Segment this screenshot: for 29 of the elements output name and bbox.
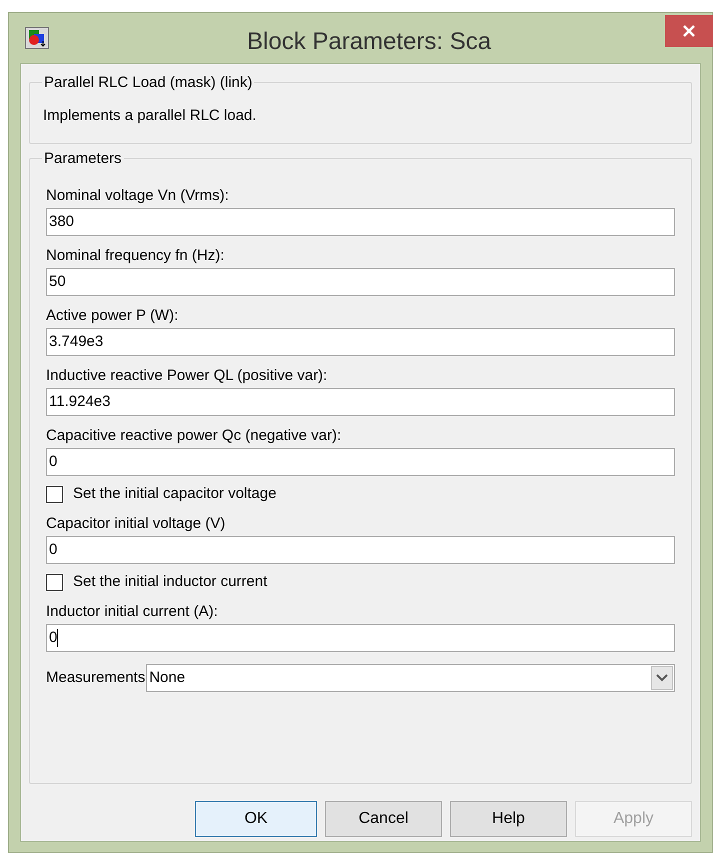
dropdown[interactable]: None (146, 664, 675, 692)
checkbox-label: Set the initial inductor current (73, 572, 268, 592)
window-title: Block Parameters: Sca (247, 27, 492, 57)
checkbox[interactable] (46, 574, 63, 590)
close-button[interactable] (665, 15, 713, 47)
field-label: Nominal voltage Vn (Vrms): (46, 186, 230, 206)
input-field[interactable]: 11.924e3 (46, 388, 675, 416)
field-label: Inductor initial current (A): (46, 602, 219, 622)
close-icon (683, 25, 695, 37)
input-field[interactable]: 0 (46, 624, 675, 652)
input-field[interactable]: 0 (46, 536, 675, 564)
input-field[interactable]: 380 (46, 208, 675, 236)
field-label: Active power P (W): (46, 306, 180, 326)
dialog-button[interactable]: OK (195, 801, 317, 837)
chevron-down-icon (651, 666, 673, 690)
field-label: Measurements (46, 668, 146, 688)
app-icon (25, 27, 49, 49)
field-label: Nominal frequency fn (Hz): (46, 246, 226, 266)
checkbox[interactable] (46, 486, 63, 502)
description-text: Implements a parallel RLC load. (43, 106, 256, 126)
dialog-button[interactable]: Help (450, 801, 567, 837)
checkbox-label: Set the initial capacitor voltage (73, 484, 276, 504)
field-label: Capacitor initial voltage (V) (46, 514, 226, 534)
field-label: Inductive reactive Power QL (positive var): (46, 366, 328, 386)
field-label: Capacitive reactive power Qc (negative var): (46, 426, 342, 446)
input-field[interactable]: 0 (46, 448, 675, 476)
dialog-button[interactable]: Cancel (325, 801, 442, 837)
input-field[interactable]: 3.749e3 (46, 328, 675, 356)
input-field[interactable]: 50 (46, 268, 675, 296)
